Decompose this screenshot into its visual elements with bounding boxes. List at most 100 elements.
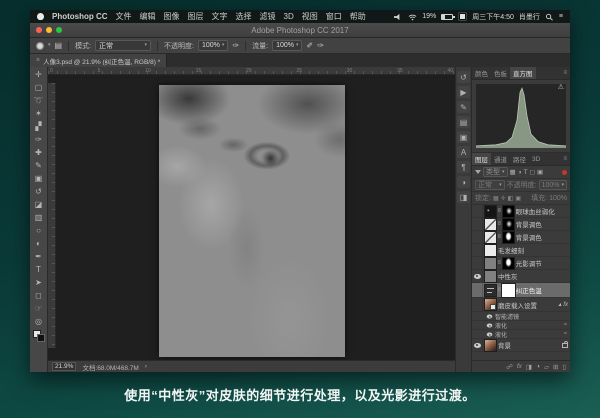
smart-filters-row[interactable]: 智能滤镜 [472, 312, 570, 321]
close-tab-icon[interactable]: × [36, 57, 40, 64]
menu-image[interactable]: 图像 [164, 11, 180, 22]
canvas-area[interactable] [48, 75, 455, 360]
layer-row[interactable]: 8 背景调色 [472, 231, 570, 244]
visibility-toggle[interactable] [472, 339, 483, 351]
layer-row-selected[interactable]: 8 纠正色温 [472, 283, 570, 298]
document-image[interactable] [159, 85, 345, 357]
fill-value[interactable]: 100% [549, 195, 567, 202]
type-tool-icon[interactable]: T [31, 263, 47, 276]
styles-panel-icon[interactable]: ◨ [457, 191, 470, 203]
smart-filter-row[interactable]: 液化 = [472, 330, 570, 339]
layer-thumbnail[interactable] [485, 206, 496, 217]
filter-toggle-icon[interactable] [562, 170, 567, 175]
lock-pixels-icon[interactable]: ◧ [508, 195, 514, 202]
menu-app-name[interactable]: Photoshop CC [52, 12, 108, 21]
hand-tool-icon[interactable]: ☞ [31, 302, 47, 315]
delete-layer-icon[interactable]: ▯ [562, 363, 566, 371]
menu-layer[interactable]: 图层 [188, 11, 204, 22]
apple-menu-icon[interactable] [37, 13, 44, 20]
airbrush-icon[interactable]: ✐ [306, 41, 313, 50]
vertical-ruler[interactable] [48, 83, 56, 348]
layer-row[interactable]: 8 眼球血丝弱化 [472, 205, 570, 218]
layer-thumbnail[interactable] [485, 271, 496, 282]
filter-shape-layers-icon[interactable]: ◻ [530, 168, 535, 176]
document-tab[interactable]: × 人像3.psd @ 21.9% (纠正色温, RGB/8) * [30, 54, 167, 67]
minimize-window-button[interactable] [46, 27, 52, 33]
layer-mask-thumbnail[interactable] [503, 232, 514, 243]
blend-mode-select[interactable]: 正常▾ [475, 180, 505, 190]
menu-view[interactable]: 视图 [302, 11, 318, 22]
layer-thumbnail[interactable] [485, 299, 496, 310]
tab-layers[interactable]: 图层 [472, 153, 491, 165]
layer-mask-thumbnail[interactable] [503, 285, 514, 296]
filter-smart-objects-icon[interactable]: ▣ [537, 168, 543, 176]
pen-tool-icon[interactable]: ✒ [31, 250, 47, 263]
layer-opacity-select[interactable]: 100%▾ [539, 180, 567, 190]
toggle-brush-panel-icon[interactable]: ▤ [55, 41, 63, 50]
panel-menu-icon[interactable]: ≡ [563, 153, 570, 165]
tab-color[interactable]: 颜色 [472, 67, 491, 79]
layer-thumbnail[interactable] [485, 285, 496, 296]
tool-presets-panel-icon[interactable]: ▤ [457, 116, 470, 128]
mode-select[interactable]: 正常▾ [95, 40, 151, 51]
smart-filter-row[interactable]: 液化 = [472, 321, 570, 330]
marquee-tool-icon[interactable]: ▢ [31, 81, 47, 94]
filter-blending-options-icon[interactable]: = [564, 331, 567, 337]
wifi-icon[interactable] [408, 13, 417, 21]
clone-source-panel-icon[interactable]: ▣ [457, 131, 470, 143]
layer-thumbnail[interactable] [485, 245, 496, 256]
link-layers-icon[interactable]: ☍ [506, 363, 513, 371]
pressure-opacity-icon[interactable]: ✑ [232, 41, 239, 50]
magic-wand-tool-icon[interactable]: ✶ [31, 107, 47, 120]
eyedropper-tool-icon[interactable]: ✑ [31, 133, 47, 146]
layer-row[interactable]: 8 背景调色 [472, 218, 570, 231]
opacity-select[interactable]: 100%▾ [198, 40, 228, 51]
spotlight-icon[interactable] [545, 13, 554, 21]
menu-select[interactable]: 选择 [236, 11, 252, 22]
tab-3d[interactable]: 3D [529, 153, 543, 165]
history-brush-tool-icon[interactable]: ↺ [31, 185, 47, 198]
layer-row[interactable]: 中性灰 [472, 270, 570, 283]
layer-row[interactable]: 毛发细刻 [472, 244, 570, 257]
visibility-toggle[interactable] [472, 283, 483, 297]
menubar-user[interactable]: 肖墨行 [519, 12, 540, 22]
new-group-icon[interactable]: ▱ [544, 363, 549, 371]
character-panel-icon[interactable]: A [457, 146, 470, 158]
adjustment-layer-icon[interactable]: ◑ [536, 363, 540, 370]
dodge-tool-icon[interactable]: ◐ [31, 237, 47, 250]
eye-icon[interactable] [474, 274, 481, 279]
tab-paths[interactable]: 路径 [510, 153, 529, 165]
layer-thumbnail[interactable] [485, 258, 496, 269]
eraser-tool-icon[interactable]: ◪ [31, 198, 47, 211]
brush-preset-caret-icon[interactable]: ▾ [48, 43, 51, 48]
tab-histogram[interactable]: 直方图 [510, 67, 536, 79]
histogram-warning-icon[interactable]: ⚠ [558, 84, 564, 92]
layer-mask-thumbnail[interactable] [503, 206, 514, 217]
tab-channels[interactable]: 通道 [491, 153, 510, 165]
move-tool-icon[interactable]: ✛ [31, 68, 47, 81]
layer-row[interactable]: 8 光影调节 [472, 257, 570, 270]
menu-file[interactable]: 文件 [116, 11, 132, 22]
clone-stamp-tool-icon[interactable]: ▣ [31, 172, 47, 185]
filter-kind-select[interactable]: 类型▾ [483, 167, 508, 177]
flow-select[interactable]: 100%▾ [272, 40, 302, 51]
brush-tool-icon[interactable]: ✎ [31, 159, 47, 172]
visibility-toggle[interactable] [472, 218, 483, 230]
new-layer-icon[interactable]: ⊞ [553, 363, 558, 371]
pressure-size-icon[interactable]: ✑ [317, 41, 324, 50]
background-layer-row[interactable]: 背景 [472, 339, 570, 352]
menu-type[interactable]: 文字 [212, 11, 228, 22]
menu-3d[interactable]: 3D [284, 12, 294, 21]
add-mask-icon[interactable]: ◨ [526, 363, 532, 371]
eye-icon[interactable] [487, 314, 493, 318]
paragraph-panel-icon[interactable]: ¶ [457, 161, 470, 173]
layer-mask-thumbnail[interactable] [503, 219, 514, 230]
gradient-tool-icon[interactable]: ▥ [31, 211, 47, 224]
brush-settings-panel-icon[interactable]: ✎ [457, 101, 470, 113]
visibility-toggle[interactable] [472, 244, 483, 256]
lasso-tool-icon[interactable]: ➰ [31, 94, 47, 107]
horizontal-ruler[interactable]: 0510152025303540 [48, 67, 455, 75]
filter-type-layers-icon[interactable]: T [524, 169, 528, 176]
panel-menu-icon[interactable]: ≡ [563, 67, 570, 79]
layer-thumbnail[interactable] [485, 219, 496, 230]
